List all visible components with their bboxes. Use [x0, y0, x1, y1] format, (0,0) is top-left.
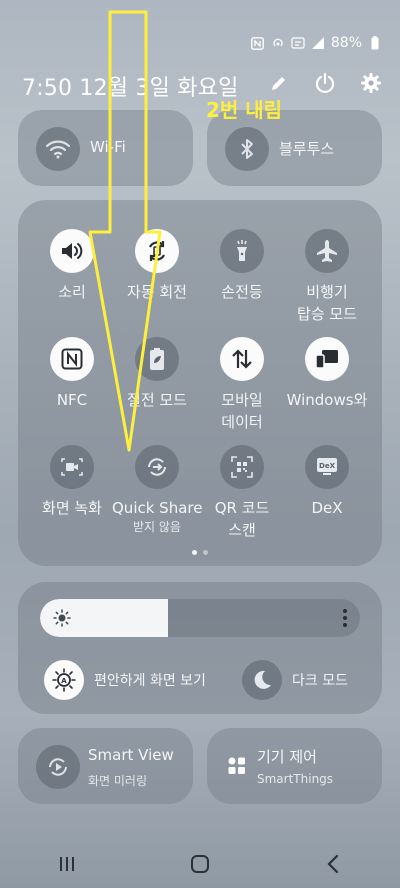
- auto-rotate-icon: [135, 229, 179, 273]
- device-control-title: 기기 제어: [257, 748, 317, 766]
- smart-view-tile[interactable]: Smart View 화면 미러링: [18, 728, 193, 804]
- device-control-icon: [227, 756, 247, 780]
- nfc-status-icon: [251, 36, 265, 50]
- bluetooth-label: 블루투스: [279, 140, 335, 158]
- dark-mode-icon[interactable]: [242, 660, 282, 700]
- brightness-panel: A 편안하게 화면 보기 다크 모드: [18, 582, 382, 714]
- bluetooth-icon: [225, 127, 269, 171]
- screen-recorder-icon: [50, 445, 94, 489]
- recent-apps-icon[interactable]: [47, 849, 87, 879]
- battery-saver-icon: [135, 337, 179, 381]
- qs-label: QR 코드: [214, 499, 270, 517]
- page-dot: [203, 550, 208, 555]
- eye-comfort-icon[interactable]: A: [44, 660, 84, 700]
- nfc-icon: [50, 337, 94, 381]
- qs-dex[interactable]: DeX DeX: [282, 445, 372, 519]
- qs-label: 비행기: [306, 283, 348, 301]
- sound-icon: [50, 229, 94, 273]
- dex-icon: DeX: [305, 445, 349, 489]
- qs-label: 손전등: [221, 283, 263, 301]
- device-control-sub: SmartThings: [257, 772, 334, 786]
- smart-view-sub: 화면 미러링: [88, 774, 148, 788]
- qs-screen-recorder[interactable]: 화면 녹화: [27, 445, 117, 519]
- settings-gear-icon[interactable]: [358, 70, 384, 96]
- qs-label: 모바일: [221, 391, 263, 409]
- wifi-tile[interactable]: Wi-Fi: [18, 110, 193, 186]
- annotation-text: 2번 내림: [206, 98, 283, 122]
- qs-auto-rotate[interactable]: 자동 회전: [112, 229, 202, 303]
- back-icon[interactable]: [313, 849, 353, 879]
- mobile-data-icon: [220, 337, 264, 381]
- qs-label: 절전 모드: [127, 391, 187, 409]
- quick-settings-panel: 소리 자동 회전 손전등 비행기 탑승 모드 NFC 절전 모드 모바일 데이터…: [18, 200, 382, 566]
- edit-icon[interactable]: [266, 70, 292, 96]
- qs-label: DeX: [311, 499, 343, 517]
- qs-label: 자동 회전: [127, 283, 187, 301]
- device-control-tile[interactable]: 기기 제어 SmartThings: [207, 728, 382, 804]
- navigation-bar: [0, 840, 400, 888]
- qs-sound[interactable]: 소리: [27, 229, 117, 303]
- wifi-label: Wi-Fi: [90, 138, 126, 156]
- battery-percent: 88%: [330, 35, 362, 51]
- qs-qr-scanner[interactable]: QR 코드 스캔: [197, 445, 287, 541]
- quick-share-icon: [135, 445, 179, 489]
- smart-view-icon: [36, 745, 80, 789]
- airplane-icon: [305, 229, 349, 273]
- qs-label: 소리: [58, 283, 86, 301]
- header-actions: [266, 70, 384, 96]
- wifi-icon: [36, 127, 80, 171]
- battery-icon: [368, 36, 382, 50]
- brightness-sun-icon: [53, 609, 71, 627]
- qs-sub-label: 받지 않음: [133, 520, 181, 534]
- qs-power-saving[interactable]: 절전 모드: [112, 337, 202, 411]
- qs-sub-label: 스캔: [228, 521, 256, 539]
- smart-view-title: Smart View: [88, 746, 174, 764]
- svg-text:A: A: [61, 677, 67, 685]
- volte-status-icon: [291, 36, 305, 50]
- signal-icon: [311, 36, 325, 50]
- brightness-slider[interactable]: [40, 599, 360, 637]
- power-icon[interactable]: [312, 70, 338, 96]
- qs-mobile-data[interactable]: 모바일 데이터: [197, 337, 287, 433]
- qs-sub-label: 데이터: [221, 413, 263, 431]
- dark-mode-label: 다크 모드: [292, 673, 348, 689]
- qs-link-to-windows[interactable]: Windows와: [282, 337, 372, 411]
- page-indicator: [192, 550, 208, 555]
- qs-label: Quick Share: [112, 499, 202, 517]
- qs-nfc[interactable]: NFC: [27, 337, 117, 411]
- page-dot-active: [192, 550, 197, 555]
- eye-comfort-label: 편안하게 화면 보기: [94, 673, 206, 689]
- more-options-icon[interactable]: [342, 607, 348, 629]
- link-to-windows-icon: [305, 337, 349, 381]
- status-bar: 88%: [251, 34, 382, 52]
- flashlight-icon: [220, 229, 264, 273]
- qs-airplane-mode[interactable]: 비행기 탑승 모드: [282, 229, 372, 325]
- home-icon[interactable]: [180, 849, 220, 879]
- qs-sub-label: 탑승 모드: [297, 305, 357, 323]
- qs-flashlight[interactable]: 손전등: [197, 229, 287, 303]
- hotspot-status-icon: [271, 36, 285, 50]
- qs-label: 화면 녹화: [42, 499, 102, 517]
- qs-label: NFC: [56, 391, 88, 409]
- qr-scan-icon: [220, 445, 264, 489]
- qs-quick-share[interactable]: Quick Share 받지 않음: [112, 445, 202, 535]
- qs-label: Windows와: [286, 391, 368, 409]
- svg-text:DeX: DeX: [319, 462, 336, 470]
